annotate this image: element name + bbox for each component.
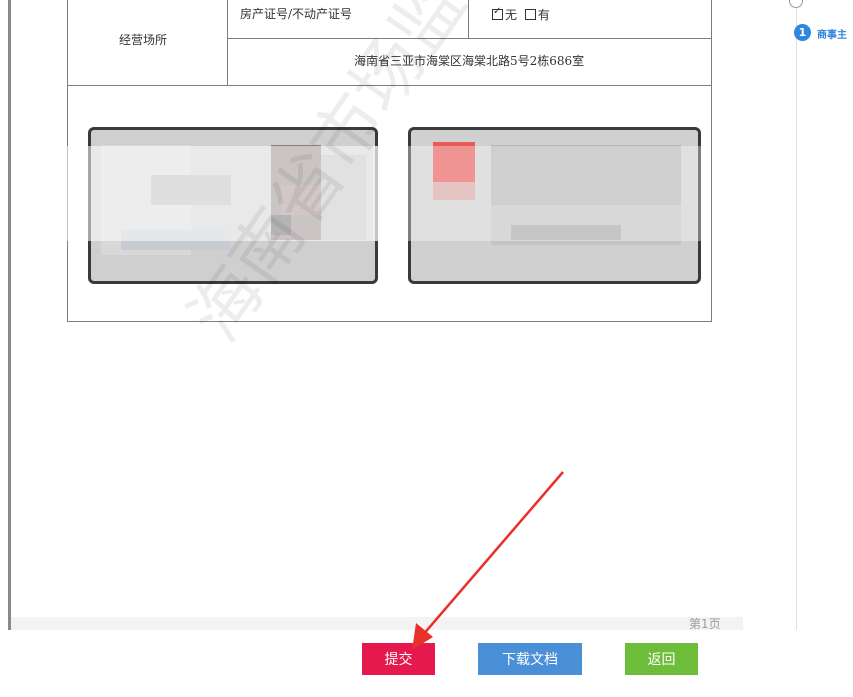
cert-number-label: 房产证号/不动产证号 xyxy=(240,7,353,21)
document-icon xyxy=(789,0,803,8)
business-premises-table: 经营场所 房产证号/不动产证号 无 有 海南省三亚市海棠区海棠北路5号2栋686… xyxy=(50,0,712,322)
option-has-label: 有 xyxy=(537,8,550,22)
card-blur-overlay-2 xyxy=(373,146,708,241)
premises-label: 经营场所 xyxy=(119,33,168,47)
step-label-current[interactable]: 商事主 xyxy=(817,26,847,41)
address-value: 海南省三亚市海棠区海棠北路5号2栋686室 xyxy=(354,54,585,68)
page-number: 第1页 xyxy=(689,617,721,631)
document-page: 经营场所 房产证号/不动产证号 无 有 海南省三亚市海棠区海棠北路5号2栋686… xyxy=(11,0,743,617)
steps-panel xyxy=(743,0,853,633)
card-blur-overlay xyxy=(50,146,380,241)
step-number-badge: 1 xyxy=(794,24,811,41)
steps-timeline xyxy=(796,8,797,633)
cert-options: 无 有 xyxy=(492,6,550,23)
download-document-button[interactable]: 下载文档 xyxy=(478,643,582,675)
option-none-label: 无 xyxy=(505,8,518,22)
checkbox-none-checked xyxy=(492,6,503,20)
back-button[interactable]: 返回 xyxy=(625,643,698,675)
submit-button[interactable]: 提交 xyxy=(362,643,435,675)
checkbox-has-unchecked xyxy=(524,9,536,20)
